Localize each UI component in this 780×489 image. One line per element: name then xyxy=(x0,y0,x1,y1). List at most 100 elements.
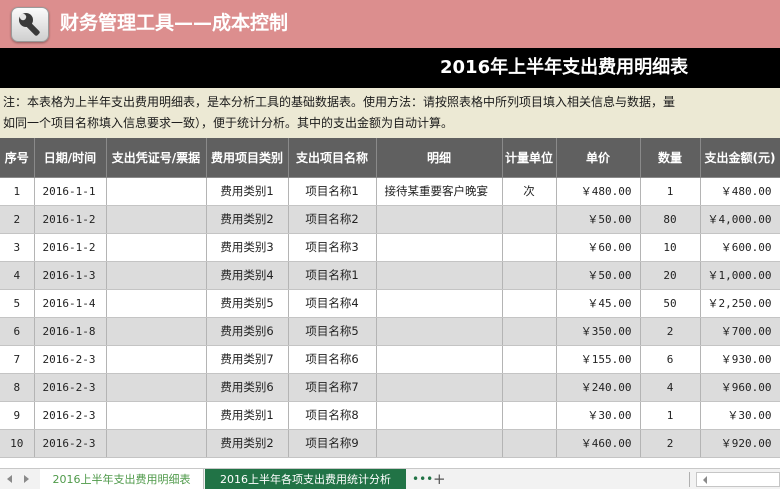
cell-item-name[interactable]: 项目名称6 xyxy=(288,345,377,374)
cell-detail[interactable] xyxy=(376,233,503,262)
cell-item-name[interactable]: 项目名称9 xyxy=(288,429,377,458)
cell-price[interactable]: ￥60.00 xyxy=(556,233,641,262)
col-header-quantity[interactable]: 数量 xyxy=(640,138,701,178)
cell-index[interactable]: 9 xyxy=(0,401,35,430)
cell-item-name[interactable]: 项目名称3 xyxy=(288,233,377,262)
cell-voucher[interactable] xyxy=(106,373,207,402)
cell-date[interactable]: 2016-2-3 xyxy=(34,345,107,374)
cell-date[interactable]: 2016-1-1 xyxy=(34,177,107,206)
tab-expense-analysis[interactable]: 2016上半年各项支出费用统计分析 xyxy=(205,469,406,489)
cell-amount[interactable]: ￥600.00 xyxy=(700,233,780,262)
cell-voucher[interactable] xyxy=(106,177,207,206)
col-header-date[interactable]: 日期/时间 xyxy=(34,138,107,178)
wrench-icon[interactable] xyxy=(11,7,49,42)
cell-amount[interactable]: ￥2,250.00 xyxy=(700,289,780,318)
cell-detail[interactable]: 接待某重要客户晚宴 xyxy=(376,177,503,206)
cell-amount[interactable]: ￥700.00 xyxy=(700,317,780,346)
cell-date[interactable]: 2016-1-8 xyxy=(34,317,107,346)
cell-category[interactable]: 费用类别6 xyxy=(206,317,289,346)
cell-category[interactable]: 费用类别3 xyxy=(206,233,289,262)
cell-item-name[interactable]: 项目名称5 xyxy=(288,317,377,346)
tab-expense-detail[interactable]: 2016上半年支出费用明细表 xyxy=(40,469,204,489)
cell-voucher[interactable] xyxy=(106,233,207,262)
col-header-item-name[interactable]: 支出项目名称 xyxy=(288,138,377,178)
cell-price[interactable]: ￥480.00 xyxy=(556,177,641,206)
cell-amount[interactable]: ￥480.00 xyxy=(700,177,780,206)
next-sheet-icon[interactable] xyxy=(20,472,32,486)
cell-amount[interactable]: ￥930.00 xyxy=(700,345,780,374)
cell-category[interactable]: 费用类别4 xyxy=(206,261,289,290)
previous-sheet-icon[interactable] xyxy=(4,472,16,486)
cell-unit[interactable] xyxy=(502,429,557,458)
cell-category[interactable]: 费用类别7 xyxy=(206,345,289,374)
cell-index[interactable]: 6 xyxy=(0,317,35,346)
cell-price[interactable]: ￥50.00 xyxy=(556,261,641,290)
cell-item-name[interactable]: 项目名称7 xyxy=(288,373,377,402)
cell-unit[interactable] xyxy=(502,345,557,374)
cell-category[interactable]: 费用类别1 xyxy=(206,177,289,206)
cell-voucher[interactable] xyxy=(106,401,207,430)
cell-category[interactable]: 费用类别1 xyxy=(206,401,289,430)
cell-item-name[interactable]: 项目名称8 xyxy=(288,401,377,430)
cell-price[interactable]: ￥350.00 xyxy=(556,317,641,346)
cell-index[interactable]: 1 xyxy=(0,177,35,206)
cell-category[interactable]: 费用类别5 xyxy=(206,289,289,318)
cell-unit[interactable] xyxy=(502,205,557,234)
cell-category[interactable]: 费用类别2 xyxy=(206,429,289,458)
cell-amount[interactable]: ￥920.00 xyxy=(700,429,780,458)
cell-detail[interactable] xyxy=(376,373,503,402)
cell-unit[interactable] xyxy=(502,233,557,262)
cell-detail[interactable] xyxy=(376,429,503,458)
cell-detail[interactable] xyxy=(376,317,503,346)
cell-quantity[interactable]: 80 xyxy=(640,205,701,234)
cell-category[interactable]: 费用类别2 xyxy=(206,205,289,234)
cell-date[interactable]: 2016-1-3 xyxy=(34,261,107,290)
cell-quantity[interactable]: 2 xyxy=(640,317,701,346)
cell-voucher[interactable] xyxy=(106,317,207,346)
cell-quantity[interactable]: 50 xyxy=(640,289,701,318)
cell-date[interactable]: 2016-2-3 xyxy=(34,401,107,430)
cell-unit[interactable] xyxy=(502,289,557,318)
cell-voucher[interactable] xyxy=(106,261,207,290)
cell-index[interactable]: 5 xyxy=(0,289,35,318)
cell-price[interactable]: ￥30.00 xyxy=(556,401,641,430)
cell-date[interactable]: 2016-1-2 xyxy=(34,233,107,262)
cell-unit[interactable] xyxy=(502,373,557,402)
col-header-unit[interactable]: 计量单位 xyxy=(502,138,557,178)
cell-date[interactable]: 2016-2-3 xyxy=(34,373,107,402)
cell-index[interactable]: 3 xyxy=(0,233,35,262)
cell-quantity[interactable]: 1 xyxy=(640,177,701,206)
add-sheet-button[interactable]: + xyxy=(433,469,446,489)
horizontal-scrollbar[interactable] xyxy=(696,472,780,487)
cell-index[interactable]: 10 xyxy=(0,429,35,458)
cell-unit[interactable]: 次 xyxy=(502,177,557,206)
cell-price[interactable]: ￥50.00 xyxy=(556,205,641,234)
cell-index[interactable]: 2 xyxy=(0,205,35,234)
cell-detail[interactable] xyxy=(376,205,503,234)
cell-voucher[interactable] xyxy=(106,429,207,458)
cell-category[interactable]: 费用类别6 xyxy=(206,373,289,402)
cell-unit[interactable] xyxy=(502,317,557,346)
cell-price[interactable]: ￥460.00 xyxy=(556,429,641,458)
cell-date[interactable]: 2016-2-3 xyxy=(34,429,107,458)
cell-detail[interactable] xyxy=(376,261,503,290)
cell-quantity[interactable]: 10 xyxy=(640,233,701,262)
cell-unit[interactable] xyxy=(502,401,557,430)
cell-index[interactable]: 7 xyxy=(0,345,35,374)
cell-index[interactable]: 8 xyxy=(0,373,35,402)
cell-detail[interactable] xyxy=(376,345,503,374)
cell-amount[interactable]: ￥4,000.00 xyxy=(700,205,780,234)
cell-quantity[interactable]: 6 xyxy=(640,345,701,374)
cell-price[interactable]: ￥155.00 xyxy=(556,345,641,374)
cell-item-name[interactable]: 项目名称1 xyxy=(288,261,377,290)
cell-amount[interactable]: ￥960.00 xyxy=(700,373,780,402)
cell-price[interactable]: ￥240.00 xyxy=(556,373,641,402)
cell-quantity[interactable]: 2 xyxy=(640,429,701,458)
cell-detail[interactable] xyxy=(376,289,503,318)
cell-item-name[interactable]: 项目名称4 xyxy=(288,289,377,318)
cell-quantity[interactable]: 1 xyxy=(640,401,701,430)
col-header-price[interactable]: 单价 xyxy=(556,138,641,178)
col-header-amount[interactable]: 支出金额(元) xyxy=(700,138,780,178)
cell-date[interactable]: 2016-1-2 xyxy=(34,205,107,234)
cell-price[interactable]: ￥45.00 xyxy=(556,289,641,318)
